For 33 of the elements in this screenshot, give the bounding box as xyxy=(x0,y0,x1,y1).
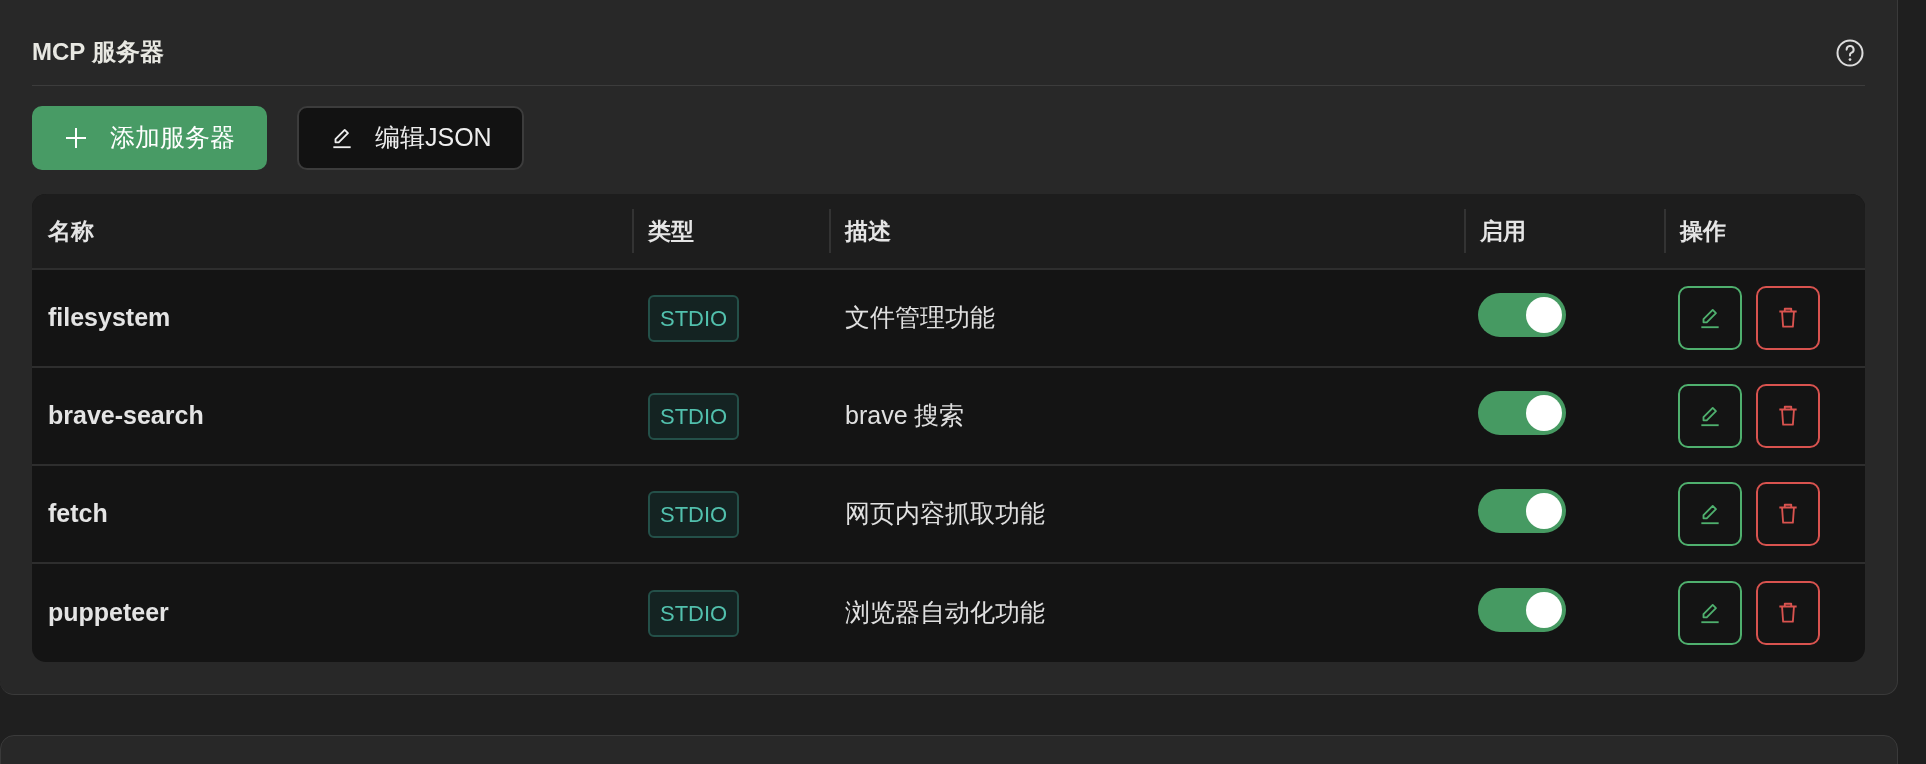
delete-button[interactable] xyxy=(1756,286,1820,350)
enable-toggle[interactable] xyxy=(1478,390,1566,435)
server-name: puppeteer xyxy=(47,598,169,627)
server-description: 浏览器自动化功能 xyxy=(844,598,1045,627)
server-name: brave-search xyxy=(47,401,204,430)
edit-button[interactable] xyxy=(1678,286,1742,350)
enable-toggle[interactable] xyxy=(1478,488,1566,533)
type-tag: STDIO xyxy=(648,589,740,637)
panel-title: MCP 服务器 xyxy=(32,38,164,67)
type-tag: STDIO xyxy=(648,294,740,342)
type-tag: STDIO xyxy=(648,490,740,538)
column-header: 操作 xyxy=(1680,216,1726,246)
edit-button[interactable] xyxy=(1678,384,1742,448)
server-description: brave 搜索 xyxy=(844,401,965,430)
type-tag: STDIO xyxy=(648,392,740,440)
delete-button[interactable] xyxy=(1756,482,1820,546)
edit-button[interactable] xyxy=(1678,482,1742,546)
column-header: 启用 xyxy=(1480,216,1526,246)
column-header: 名称 xyxy=(48,216,94,246)
server-name: fetch xyxy=(47,499,108,528)
edit-json-button[interactable]: 编辑JSON xyxy=(297,106,524,170)
enable-toggle[interactable] xyxy=(1478,587,1566,632)
delete-button[interactable] xyxy=(1756,384,1820,448)
server-description: 文件管理功能 xyxy=(844,303,995,332)
help-icon[interactable] xyxy=(1835,37,1865,68)
edit-button[interactable] xyxy=(1678,581,1742,645)
enable-toggle[interactable] xyxy=(1478,292,1566,337)
plus-icon xyxy=(64,126,88,150)
server-description: 网页内容抓取功能 xyxy=(844,499,1045,528)
delete-button[interactable] xyxy=(1756,581,1820,645)
column-header: 类型 xyxy=(648,216,694,246)
server-name: filesystem xyxy=(47,303,171,332)
column-header: 描述 xyxy=(845,216,891,246)
